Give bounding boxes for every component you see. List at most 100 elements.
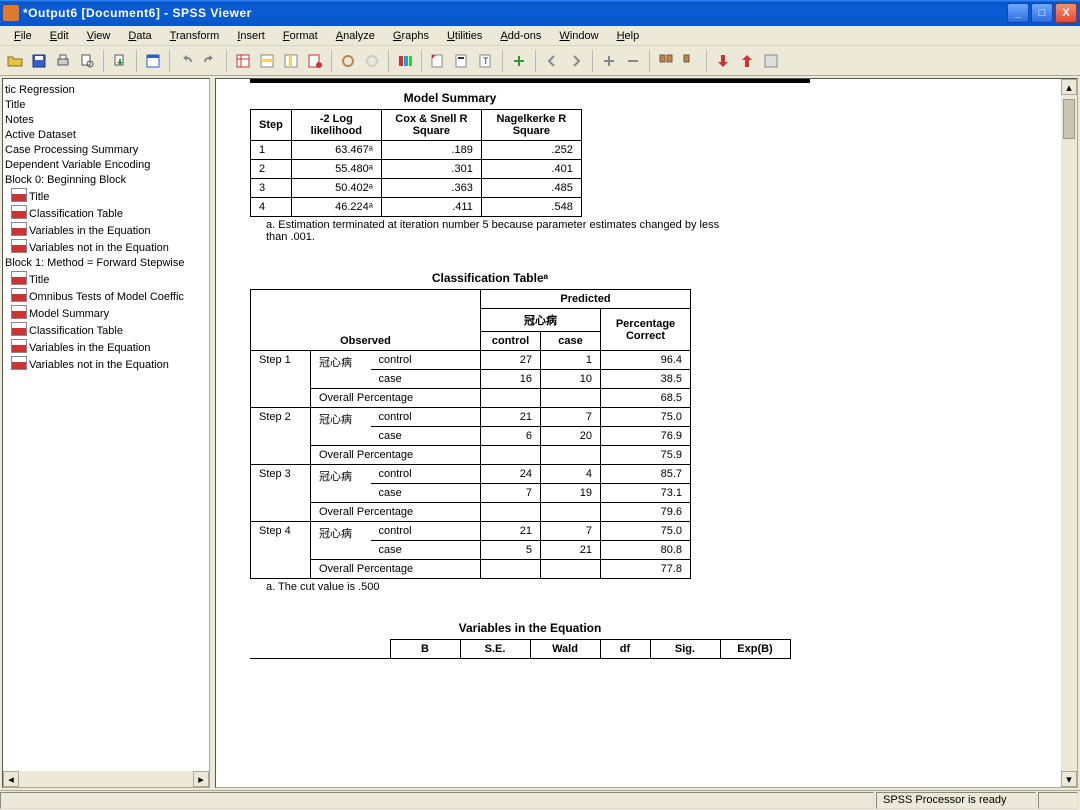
add-button[interactable]	[508, 50, 530, 72]
output-document: Model Summary Step -2 Log likelihood Cox…	[240, 79, 1059, 787]
scroll-thumb[interactable]	[1063, 99, 1075, 139]
table-row: 446.224ᵃ.411.548	[251, 198, 582, 217]
designate-output-button[interactable]	[736, 50, 758, 72]
dialog-recall-button[interactable]	[142, 50, 164, 72]
close-item-button[interactable]	[760, 50, 782, 72]
content-pane: Model Summary Step -2 Log likelihood Cox…	[215, 78, 1078, 788]
insert-title-button[interactable]	[451, 50, 473, 72]
outline-item[interactable]: Model Summary	[2, 305, 209, 322]
insert-heading-button[interactable]	[427, 50, 449, 72]
app-icon	[3, 5, 19, 21]
menu-bar: FileEditViewDataTransformInsertFormatAna…	[0, 26, 1080, 46]
menu-file[interactable]: File	[6, 28, 40, 44]
outline-item[interactable]: Classification Table	[2, 205, 209, 222]
table-row: Step 2冠心病control21775.0	[251, 408, 691, 427]
menu-addons[interactable]: Add-ons	[492, 28, 549, 44]
redo-button[interactable]	[199, 50, 221, 72]
promote-button[interactable]	[598, 50, 620, 72]
select-last-button[interactable]	[337, 50, 359, 72]
menu-view[interactable]: View	[79, 28, 119, 44]
outline-item[interactable]: Block 1: Method = Forward Stepwise	[2, 256, 209, 271]
menu-format[interactable]: Format	[275, 28, 326, 44]
outline-pane: tic RegressionTitleNotesActive DatasetCa…	[2, 78, 210, 788]
demote-button[interactable]	[622, 50, 644, 72]
insert-text-button[interactable]: T	[475, 50, 497, 72]
outline-item[interactable]: Classification Table	[2, 322, 209, 339]
outline-item[interactable]: Active Dataset	[2, 128, 209, 143]
maximize-button[interactable]: □	[1031, 3, 1053, 23]
classification-table: Observed Predicted 冠心病 Percentage Correc…	[250, 289, 691, 579]
open-button[interactable]	[4, 50, 26, 72]
print-button[interactable]	[52, 50, 74, 72]
goto-case-button[interactable]	[256, 50, 278, 72]
close-button[interactable]: X	[1055, 3, 1077, 23]
menu-edit[interactable]: Edit	[42, 28, 77, 44]
scroll-up-button[interactable]: ▴	[1061, 79, 1077, 95]
table-row: 163.467ᵃ.189.252	[251, 141, 582, 160]
status-bar: SPSS Processor is ready	[0, 790, 1080, 810]
goto-variable-button[interactable]	[304, 50, 326, 72]
client-area: tic RegressionTitleNotesActive DatasetCa…	[0, 76, 1080, 790]
menu-analyze[interactable]: Analyze	[328, 28, 383, 44]
undo-button[interactable]	[175, 50, 197, 72]
nav-back-button[interactable]	[541, 50, 563, 72]
svg-text:T: T	[483, 56, 489, 66]
goto-data-button[interactable]	[232, 50, 254, 72]
model-summary-footnote: a. Estimation terminated at iteration nu…	[240, 217, 740, 243]
scroll-down-button[interactable]: ▾	[1061, 771, 1077, 787]
model-summary-title: Model Summary	[250, 83, 650, 109]
outline-item[interactable]: Dependent Variable Encoding	[2, 158, 209, 173]
menu-utilities[interactable]: Utilities	[439, 28, 490, 44]
outline-item[interactable]: Title	[2, 271, 209, 288]
outline-item[interactable]: Notes	[2, 113, 209, 128]
expand-button[interactable]	[655, 50, 677, 72]
outline-item[interactable]: Variables in the Equation	[2, 222, 209, 239]
minimize-button[interactable]: _	[1007, 3, 1029, 23]
classification-table-block[interactable]: Classification Tableᵃ Observed Predicted…	[240, 263, 1059, 593]
menu-data[interactable]: Data	[120, 28, 159, 44]
model-summary-table: Step -2 Log likelihood Cox & Snell R Squ…	[250, 109, 582, 217]
save-button[interactable]	[28, 50, 50, 72]
outline-item[interactable]: Variables not in the Equation	[2, 356, 209, 373]
model-summary-block[interactable]: Model Summary Step -2 Log likelihood Cox…	[240, 83, 1059, 243]
outline-item[interactable]: Variables not in the Equation	[2, 239, 209, 256]
outline-item[interactable]: Title	[2, 98, 209, 113]
table-row: Step 1冠心病control27196.4	[251, 351, 691, 370]
table-row: Overall Percentage68.5	[251, 389, 691, 408]
table-row: Overall Percentage75.9	[251, 446, 691, 465]
export-button[interactable]	[109, 50, 131, 72]
menu-graphs[interactable]: Graphs	[385, 28, 437, 44]
table-row: 255.480ᵃ.301.401	[251, 160, 582, 179]
table-row: Overall Percentage77.8	[251, 560, 691, 579]
variables-button[interactable]	[280, 50, 302, 72]
outline-item[interactable]: Block 0: Beginning Block	[2, 173, 209, 188]
outline-item[interactable]: Title	[2, 188, 209, 205]
table-row: Overall Percentage79.6	[251, 503, 691, 522]
nav-forward-button[interactable]	[565, 50, 587, 72]
designate-window-button[interactable]	[712, 50, 734, 72]
use-sets-button[interactable]	[394, 50, 416, 72]
outline-item[interactable]: tic Regression	[2, 83, 209, 98]
collapse-button[interactable]	[679, 50, 701, 72]
show-hidden-button[interactable]	[361, 50, 383, 72]
outline-item[interactable]: Omnibus Tests of Model Coeffic	[2, 288, 209, 305]
menu-transform[interactable]: Transform	[162, 28, 228, 44]
table-row: Step 4冠心病control21775.0	[251, 522, 691, 541]
scroll-right-button[interactable]: ▸	[193, 771, 209, 787]
outline-hscroll[interactable]: ◂ ▸	[3, 771, 209, 787]
scroll-left-button[interactable]: ◂	[3, 771, 19, 787]
status-ready: SPSS Processor is ready	[876, 792, 1036, 809]
outline-item[interactable]: Variables in the Equation	[2, 339, 209, 356]
menu-insert[interactable]: Insert	[229, 28, 273, 44]
classification-table-footnote: a. The cut value is .500	[240, 579, 740, 593]
print-preview-button[interactable]	[76, 50, 98, 72]
title-bar: *Output6 [Document6] - SPSS Viewer _ □ X	[0, 0, 1080, 26]
classification-table-title: Classification Tableᵃ	[250, 263, 730, 289]
menu-window[interactable]: Window	[551, 28, 606, 44]
menu-help[interactable]: Help	[609, 28, 648, 44]
content-vscroll[interactable]: ▴ ▾	[1061, 79, 1077, 787]
variables-in-equation-block[interactable]: Variables in the Equation B S.E. Wald df…	[240, 613, 1059, 659]
table-row: Step 3冠心病control24485.7	[251, 465, 691, 484]
outline-item[interactable]: Case Processing Summary	[2, 143, 209, 158]
variables-in-equation-table: B S.E. Wald df Sig. Exp(B)	[250, 639, 791, 659]
